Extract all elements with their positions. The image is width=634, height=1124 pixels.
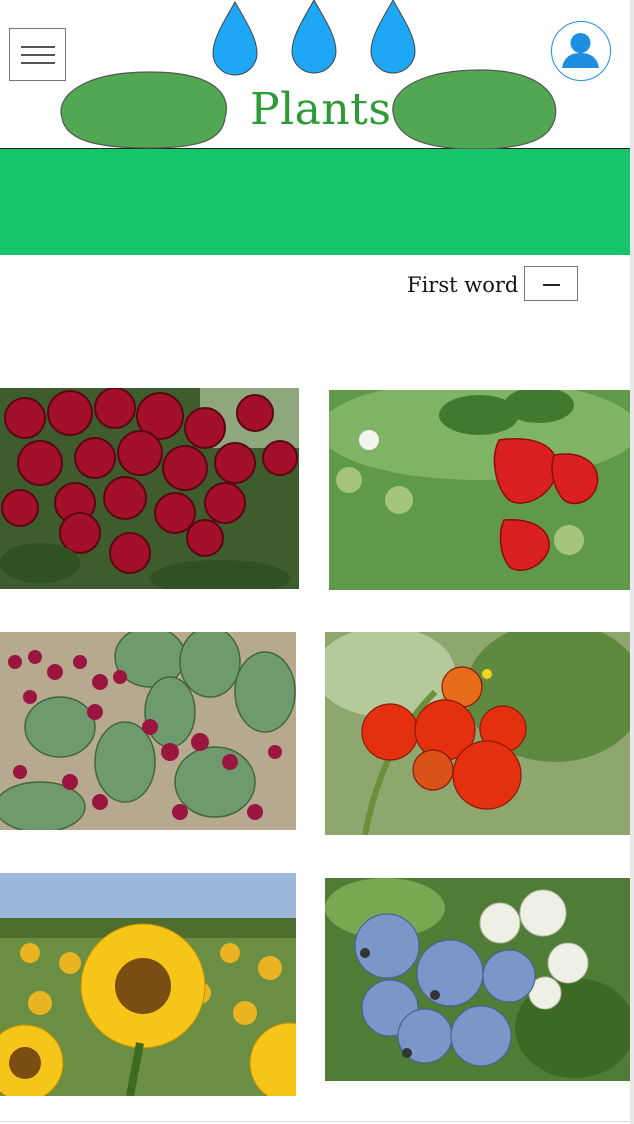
water-drop-icon: [291, 0, 337, 74]
tomatoes-photo[interactable]: [325, 632, 630, 835]
hamburger-menu-icon-line: [21, 62, 55, 64]
menu-button[interactable]: [9, 28, 66, 81]
page-title: Plants: [250, 84, 392, 135]
red-roses-photo[interactable]: [0, 388, 299, 589]
minus-icon: [543, 284, 560, 286]
filter-toggle-button[interactable]: [524, 266, 578, 301]
hamburger-menu-icon-line: [21, 54, 55, 56]
stone-shape: [60, 71, 227, 149]
page-bottom-divider: [0, 1121, 630, 1122]
scrollbar[interactable]: [630, 0, 634, 1124]
hamburger-menu-icon: [21, 46, 55, 48]
site-header: Plants: [0, 0, 630, 150]
filter-label: First word: [407, 273, 519, 297]
water-drop-icon: [370, 0, 416, 74]
stone-shape: [392, 69, 557, 150]
user-avatar-icon: [562, 33, 599, 68]
hero-banner: [0, 149, 630, 255]
blueberries-photo[interactable]: [325, 878, 630, 1081]
water-drop-icon: [212, 0, 258, 76]
sunflowers-photo[interactable]: [0, 873, 296, 1096]
strawberries-photo[interactable]: [329, 390, 630, 590]
profile-button[interactable]: [551, 21, 611, 81]
prickly-pear-cactus-photo[interactable]: [0, 632, 296, 830]
